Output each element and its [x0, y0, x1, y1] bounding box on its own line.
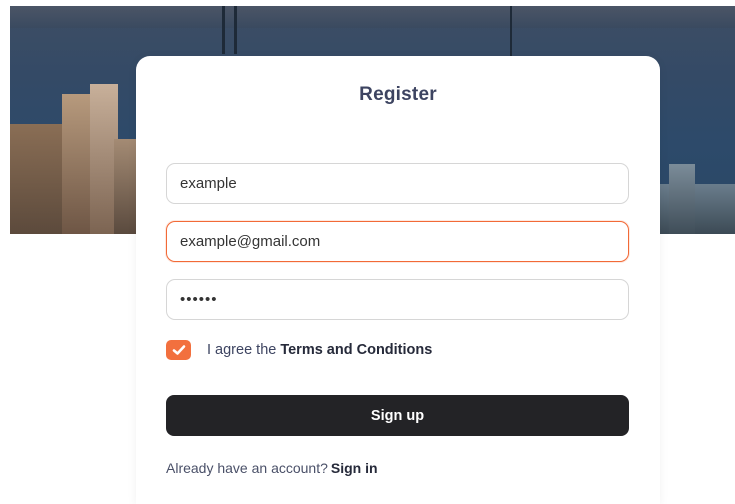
antenna	[222, 6, 225, 54]
terms-checkbox[interactable]	[166, 340, 191, 360]
terms-agreement: I agree the Terms and Conditions	[166, 339, 432, 361]
username-field[interactable]	[166, 163, 629, 204]
terms-label: I agree the	[207, 342, 277, 358]
sign-in-link[interactable]: Sign in	[331, 460, 378, 476]
register-card: Register I agree the Terms and Condition…	[136, 56, 660, 504]
checkmark-icon	[172, 345, 185, 355]
terms-link[interactable]: Terms and Conditions	[280, 342, 432, 358]
password-field[interactable]	[166, 279, 629, 320]
building	[62, 94, 92, 234]
signin-prompt: Already have an account? Sign in	[166, 460, 378, 476]
email-field[interactable]	[166, 221, 629, 262]
building	[114, 139, 136, 234]
sky-band	[10, 6, 735, 28]
building	[669, 164, 695, 234]
sign-up-button[interactable]: Sign up	[166, 395, 629, 436]
signin-prompt-text: Already have an account?	[166, 460, 328, 476]
page-title: Register	[359, 84, 437, 105]
antenna	[234, 6, 237, 54]
building	[10, 124, 70, 234]
building	[655, 184, 735, 234]
